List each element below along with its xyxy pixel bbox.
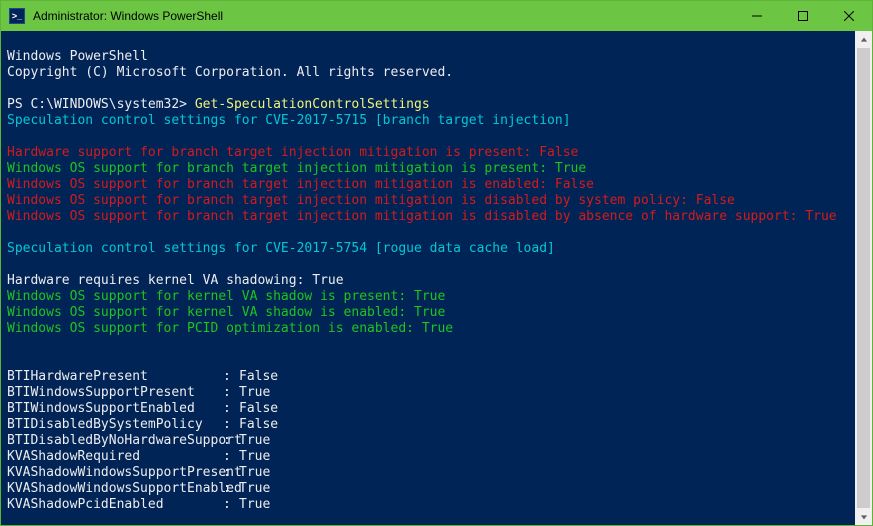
output-line: Hardware requires kernel VA shadowing: T… <box>7 273 344 288</box>
property-key: BTIDisabledByNoHardwareSupport <box>7 433 223 449</box>
property-value: False <box>239 369 278 385</box>
property-separator: : <box>223 433 239 449</box>
property-value: False <box>239 401 278 417</box>
copyright-line: Copyright (C) Microsoft Corporation. All… <box>7 65 453 80</box>
property-separator: : <box>223 369 239 385</box>
property-row: BTIWindowsSupportPresent: True <box>7 385 849 401</box>
output-line: Windows OS support for branch target inj… <box>7 193 735 208</box>
vertical-scrollbar[interactable] <box>855 31 872 525</box>
property-row: KVAShadowRequired: True <box>7 449 849 465</box>
window-controls <box>734 1 872 31</box>
property-value: True <box>239 481 270 497</box>
output-line: Windows OS support for PCID optimization… <box>7 321 453 336</box>
property-key: KVAShadowPcidEnabled <box>7 497 223 513</box>
header-line: Windows PowerShell <box>7 49 148 64</box>
section-header: Speculation control settings for CVE-201… <box>7 113 571 128</box>
section-header: Speculation control settings for CVE-201… <box>7 241 555 256</box>
powershell-icon: >_ <box>9 8 25 24</box>
property-separator: : <box>223 417 239 433</box>
property-separator: : <box>223 481 239 497</box>
prompt: PS C:\WINDOWS\system32> <box>7 97 195 112</box>
property-key: KVAShadowRequired <box>7 449 223 465</box>
powershell-window: >_ Administrator: Windows PowerShell Win… <box>0 0 873 526</box>
property-row: KVAShadowWindowsSupportEnabled: True <box>7 481 849 497</box>
properties-list: BTIHardwarePresent: FalseBTIWindowsSuppo… <box>7 369 849 513</box>
property-row: BTIHardwarePresent: False <box>7 369 849 385</box>
property-separator: : <box>223 465 239 481</box>
property-row: BTIWindowsSupportEnabled: False <box>7 401 849 417</box>
property-value: True <box>239 385 270 401</box>
property-key: KVAShadowWindowsSupportPresent <box>7 465 223 481</box>
property-key: KVAShadowWindowsSupportEnabled <box>7 481 223 497</box>
scroll-thumb[interactable] <box>857 48 870 508</box>
console-output[interactable]: Windows PowerShell Copyright (C) Microso… <box>1 31 855 525</box>
property-row: KVAShadowWindowsSupportPresent: True <box>7 465 849 481</box>
property-key: BTIHardwarePresent <box>7 369 223 385</box>
property-value: False <box>239 417 278 433</box>
output-line: Windows OS support for branch target inj… <box>7 177 594 192</box>
minimize-button[interactable] <box>734 1 780 31</box>
property-value: True <box>239 465 270 481</box>
property-separator: : <box>223 401 239 417</box>
output-line: Windows OS support for branch target inj… <box>7 161 586 176</box>
console-area: Windows PowerShell Copyright (C) Microso… <box>1 31 872 525</box>
property-row: BTIDisabledByNoHardwareSupport: True <box>7 433 849 449</box>
property-key: BTIWindowsSupportEnabled <box>7 401 223 417</box>
output-line: Windows OS support for kernel VA shadow … <box>7 305 445 320</box>
property-value: True <box>239 449 270 465</box>
scroll-down-button[interactable] <box>855 508 872 525</box>
command-text: Get-SpeculationControlSettings <box>195 97 430 112</box>
property-row: BTIDisabledBySystemPolicy: False <box>7 417 849 433</box>
scroll-up-button[interactable] <box>855 31 872 48</box>
close-button[interactable] <box>826 1 872 31</box>
property-value: True <box>239 497 270 513</box>
property-separator: : <box>223 497 239 513</box>
property-separator: : <box>223 385 239 401</box>
titlebar[interactable]: >_ Administrator: Windows PowerShell <box>1 1 872 31</box>
scroll-track[interactable] <box>855 48 872 508</box>
output-line: Windows OS support for branch target inj… <box>7 209 837 224</box>
property-value: True <box>239 433 270 449</box>
output-line: Hardware support for branch target injec… <box>7 145 578 160</box>
maximize-button[interactable] <box>780 1 826 31</box>
window-title: Administrator: Windows PowerShell <box>33 9 734 23</box>
property-separator: : <box>223 449 239 465</box>
property-key: BTIDisabledBySystemPolicy <box>7 417 223 433</box>
output-line: Windows OS support for kernel VA shadow … <box>7 289 445 304</box>
property-row: KVAShadowPcidEnabled: True <box>7 497 849 513</box>
property-key: BTIWindowsSupportPresent <box>7 385 223 401</box>
